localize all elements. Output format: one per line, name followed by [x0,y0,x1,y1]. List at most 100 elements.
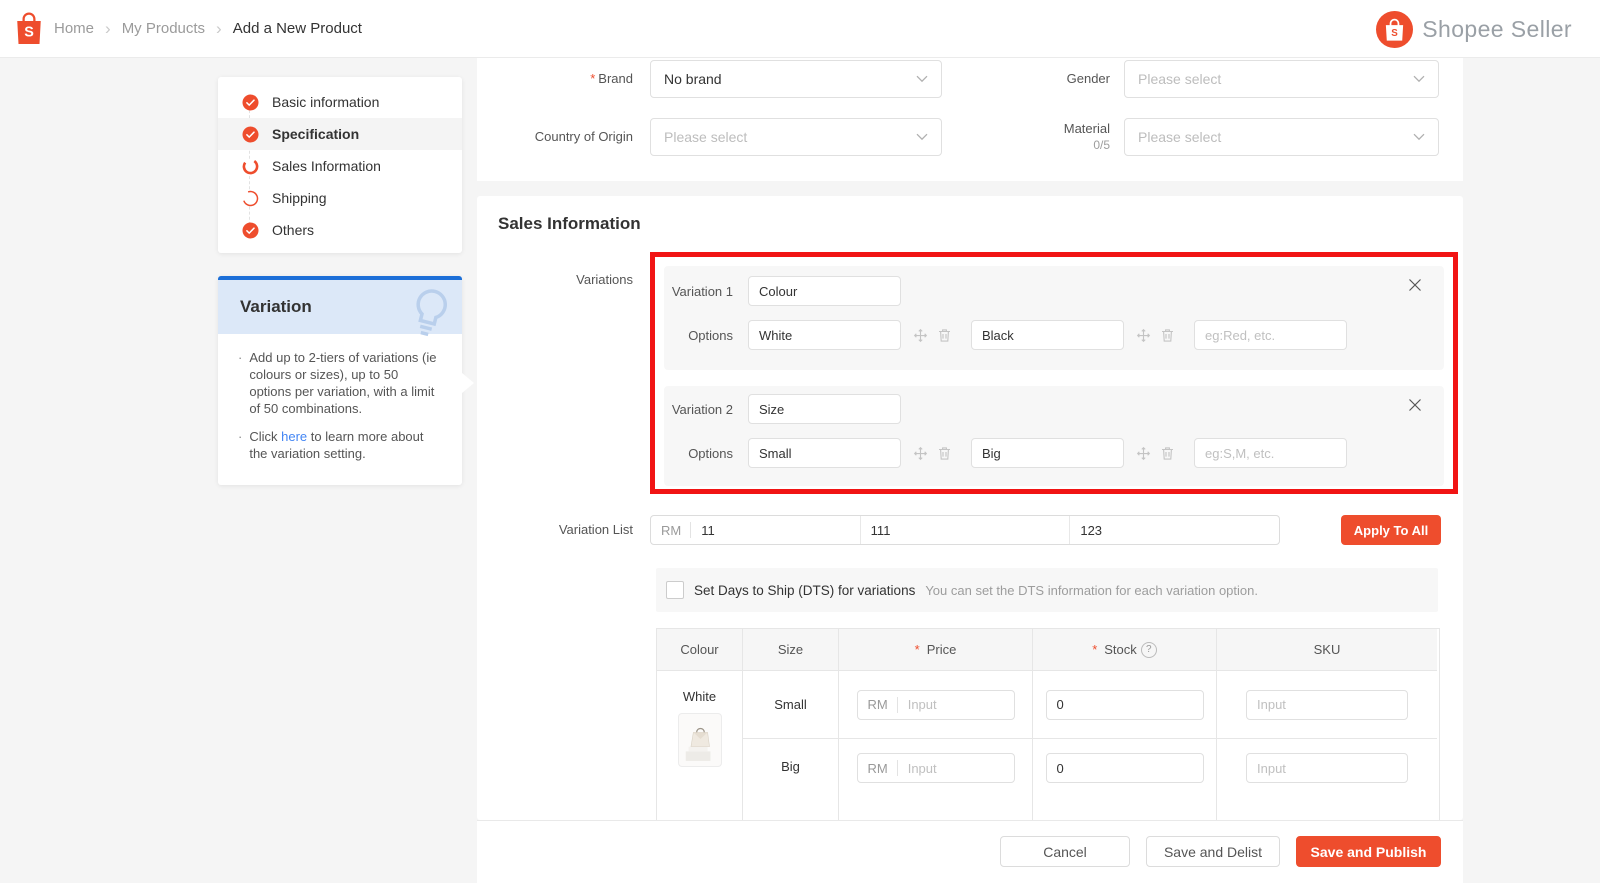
breadcrumb-home[interactable]: Home [54,20,94,37]
variation-2-new-option-input[interactable] [1194,438,1347,468]
currency-prefix: RM [867,697,888,712]
sku-cell-row-2 [1217,739,1437,820]
colour-value: White [682,689,717,704]
material-select-placeholder: Please select [1138,129,1222,145]
country-of-origin-label: Country of Origin [534,129,633,144]
variation-list-stock-input[interactable] [860,522,1070,538]
sku-input-row-1[interactable] [1246,689,1408,720]
variation-2-option-2-input[interactable] [971,438,1124,468]
chevron-down-icon [916,75,928,83]
breadcrumb-separator-icon: › [105,19,111,38]
drag-move-icon[interactable] [1136,328,1151,343]
dts-checkbox[interactable] [666,581,684,599]
step-done-icon [242,94,259,110]
save-and-delist-button[interactable]: Save and Delist [1146,836,1280,867]
sales-information-card: Sales Information Variations Variation 1… [477,196,1463,820]
learn-more-link[interactable]: here [281,429,307,444]
breadcrumb-separator-icon: › [216,19,222,38]
required-mark: * [590,71,596,86]
country-of-origin-select[interactable]: Please select [650,118,942,156]
breadcrumb-my-products[interactable]: My Products [122,20,205,37]
tip-bullet-1-text: Add up to 2-tiers of variations (ie colo… [249,350,437,416]
sku-cell-row-1 [1217,671,1437,739]
country-of-origin-placeholder: Please select [664,129,748,145]
dts-bar: Set Days to Ship (DTS) for variations Yo… [656,568,1438,612]
gender-select[interactable]: Please select [1124,60,1439,98]
stepper-item-sales-information[interactable]: Sales Information [218,150,462,182]
variation-list-input-group: RM [650,515,1280,545]
product-image-thumbnail[interactable] [677,713,722,767]
tip-bullet-2: · Click here to learn more about the var… [238,428,442,462]
required-mark: * [914,642,920,657]
price-input-row-2[interactable]: RM [856,753,1015,783]
step-in-progress-icon [242,190,259,206]
variation-2-option-1-input[interactable] [748,438,901,468]
variation-1-name-input[interactable] [748,276,901,306]
stepper-item-others[interactable]: Others [218,214,462,246]
delete-option-icon[interactable] [1161,328,1174,342]
price-cell-row-1: RM [839,671,1033,739]
cancel-button[interactable]: Cancel [1000,836,1130,867]
dts-checkbox-label[interactable]: Set Days to Ship (DTS) for variations [694,583,915,598]
variation-list-price-segment: RM [651,516,860,544]
chevron-down-icon [1413,75,1425,83]
variation-2-name-input[interactable] [748,394,901,424]
variation-tip-header: Variation [218,280,462,337]
gender-select-placeholder: Please select [1138,71,1222,87]
remove-variation-1-icon[interactable] [1408,278,1422,292]
top-header: S Home › My Products › Add a New Product… [0,0,1600,58]
brand-label: * Brand [590,71,633,86]
drag-move-icon[interactable] [913,446,928,461]
variation-1-new-option-input[interactable] [1194,320,1347,350]
material-select[interactable]: Please select [1124,118,1439,156]
sku-input-row-2[interactable] [1246,753,1408,783]
column-header-sku: SKU [1217,629,1437,671]
column-header-size: Size [743,629,839,671]
variation-table: Colour Size * Price * Stock ? SKU White Sm… [656,628,1440,820]
price-input-row-1[interactable]: RM [856,689,1015,720]
shopee-seller-wordmark: Shopee Seller [1422,15,1572,42]
stepper-item-shipping[interactable]: Shipping [218,182,462,214]
remove-variation-2-icon[interactable] [1408,398,1422,412]
specification-form-card: * Brand No brand Gender Please select Cou… [477,58,1463,181]
variation-list-sku-input[interactable] [1070,522,1280,538]
colour-cell: White [657,671,743,820]
variation-tip-title: Variation [240,297,312,316]
variation-list-sku-segment [1069,516,1280,544]
variation-1-option-1-input[interactable] [748,320,901,350]
price-value-input[interactable] [897,760,1014,776]
variation-1-option-2-input[interactable] [971,320,1124,350]
drag-move-icon[interactable] [913,328,928,343]
gender-label: Gender [1066,71,1110,86]
options-label: Options [688,327,733,343]
stepper-item-label: Shipping [272,190,327,206]
price-value-input[interactable] [897,697,1014,712]
column-header-stock: * Stock ? [1033,629,1217,671]
svg-text:S: S [24,25,34,41]
step-done-icon [242,222,259,238]
stock-help-icon[interactable]: ? [1140,641,1157,658]
variation-tip-card: Variation · Add up to 2-tiers of variati… [218,276,462,485]
drag-move-icon[interactable] [1136,446,1151,461]
delete-option-icon[interactable] [938,446,951,460]
delete-option-icon[interactable] [938,328,951,342]
progress-stepper-card: Basic information Specification Sales In… [218,77,462,253]
required-mark: * [1092,642,1098,657]
stepper-item-specification[interactable]: Specification [218,118,462,150]
delete-option-icon[interactable] [1161,446,1174,460]
column-header-price: * Price [839,629,1033,671]
brand-select-value: No brand [664,71,722,87]
column-header-colour: Colour [657,629,743,671]
stock-input-row-2[interactable] [1045,753,1204,783]
variation-list-price-input[interactable] [691,522,860,538]
variation-2-label: Variation 2 [671,401,733,417]
shopee-bag-icon[interactable]: S [14,11,44,46]
variation-tip-body: · Add up to 2-tiers of variations (ie co… [218,334,462,462]
stepper-item-basic-information[interactable]: Basic information [218,86,462,118]
stock-input-row-1[interactable] [1045,689,1204,720]
currency-prefix: RM [661,522,682,538]
apply-to-all-button[interactable]: Apply To All [1341,515,1441,545]
brand-select[interactable]: No brand [650,60,942,98]
tip-bullet-1: · Add up to 2-tiers of variations (ie co… [238,349,442,417]
save-and-publish-button[interactable]: Save and Publish [1296,836,1441,867]
